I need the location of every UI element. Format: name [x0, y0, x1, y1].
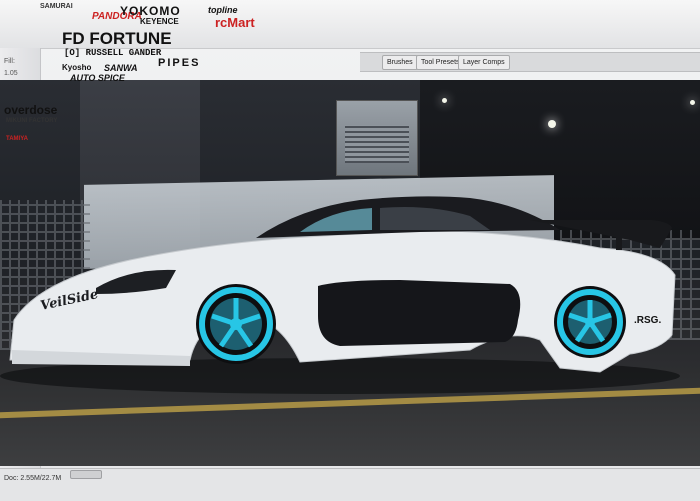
overlay-credit: [O] RUSSELL GANDER [64, 48, 162, 58]
sponsor-logo: Kyosho [62, 63, 92, 72]
tab-brushes[interactable]: Brushes [382, 55, 418, 70]
document-size-info: Doc: 2.55M/22.7M [4, 475, 62, 482]
rear-badge: .RSG. [634, 315, 662, 326]
monitor-screen: Fill: 1.05 Brushes Tool Presets Layer Co… [0, 0, 700, 501]
sponsor-logo: SAMURAI [40, 3, 73, 10]
horizontal-scrollbar[interactable] [70, 470, 102, 479]
car-illustration [0, 196, 680, 394]
sponsor-logo: MIKUNI FACTORY [6, 118, 58, 124]
overlay-title: FD FORTUNE [62, 29, 172, 48]
sponsor-logo: SANWA [104, 63, 138, 73]
side-vent [318, 280, 521, 346]
sponsor-logo: YOKOMO [120, 4, 181, 18]
sponsor-logo: rcMart [215, 15, 255, 30]
sponsor-logo: AUTO SPICE [70, 73, 125, 83]
fill-label: Fill: [4, 58, 15, 65]
sponsor-logo: topline [208, 5, 238, 15]
panel-dock-tabs: Brushes Tool Presets Layer Comps [360, 52, 700, 72]
sponsor-logo: KEYENCE [140, 17, 179, 26]
sponsor-logo: PIPES [158, 57, 201, 69]
sponsor-logo: overdose [4, 103, 58, 117]
status-bar [0, 468, 700, 501]
sponsor-logo: TAMIYA [6, 136, 29, 142]
tab-layer-comps[interactable]: Layer Comps [458, 55, 510, 70]
fill-value: 1.05 [4, 70, 18, 77]
document-canvas[interactable]: VeilSide .RSG. [0, 80, 700, 466]
rear-wheel [554, 286, 626, 358]
front-wheel [196, 284, 276, 364]
